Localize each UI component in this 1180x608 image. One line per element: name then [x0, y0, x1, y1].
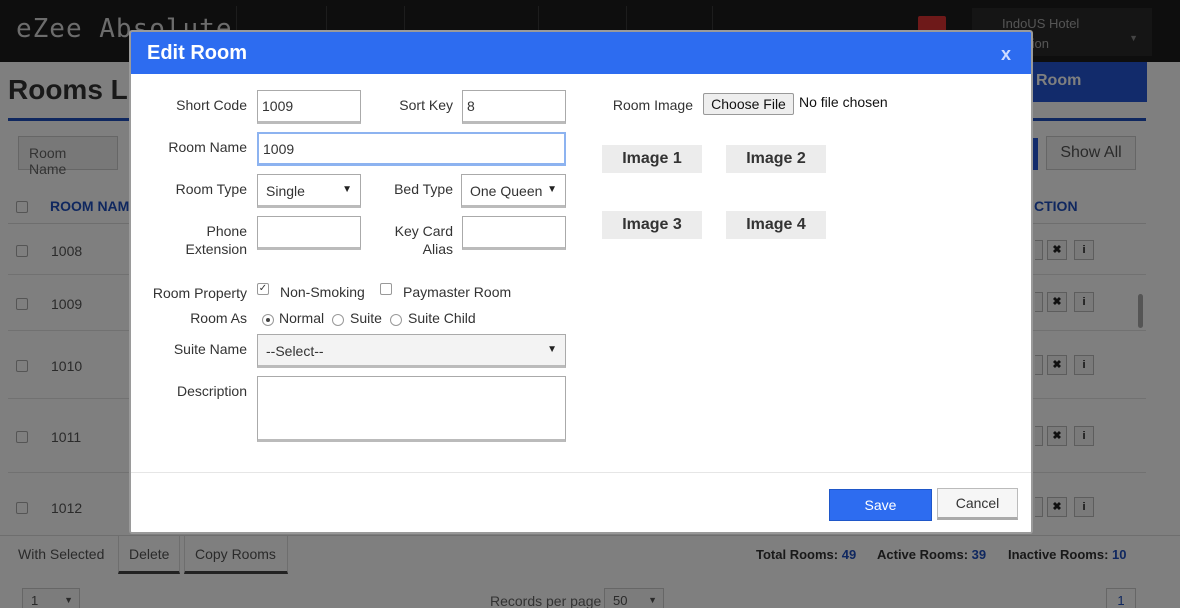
phone-label-line2: Extension [185, 241, 247, 257]
close-icon[interactable]: x [1001, 44, 1011, 65]
dialog-footer: Save Cancel [131, 472, 1031, 532]
non-smoking-checkbox[interactable]: ✓ [257, 283, 269, 295]
sort-key-input[interactable] [462, 90, 566, 124]
description-textarea[interactable] [257, 376, 566, 442]
short-code-label: Short Code [176, 97, 247, 113]
room-name-input[interactable] [257, 132, 566, 166]
image-slot-2[interactable]: Image 2 [726, 145, 826, 173]
suite-name-select[interactable]: --Select-- ▼ [257, 334, 566, 368]
room-as-label: Room As [190, 310, 247, 326]
chevron-down-icon: ▼ [547, 344, 557, 355]
phone-extension-label: Phone Extension [151, 222, 247, 258]
key-card-alias-label: Key Card Alias [371, 222, 453, 258]
bed-type-label: Bed Type [394, 181, 453, 197]
bed-type-value: One Queen [470, 183, 543, 199]
phone-extension-input[interactable] [257, 216, 361, 250]
room-type-label: Room Type [175, 181, 247, 197]
cancel-button[interactable]: Cancel [937, 488, 1018, 520]
image-slot-3[interactable]: Image 3 [602, 211, 702, 239]
short-code-input[interactable] [257, 90, 361, 124]
room-as-suite-child-label: Suite Child [408, 310, 476, 326]
dialog-title: Edit Room [147, 42, 247, 64]
room-type-value: Single [266, 183, 305, 199]
image-slot-1[interactable]: Image 1 [602, 145, 702, 173]
non-smoking-label: Non-Smoking [280, 284, 365, 300]
room-as-suite-child-radio[interactable] [390, 314, 402, 326]
room-image-label: Room Image [612, 97, 693, 113]
room-as-normal-radio[interactable] [262, 314, 274, 326]
keycard-label-line1: Key Card [394, 223, 453, 239]
phone-label-line1: Phone [206, 223, 247, 239]
file-status-text: No file chosen [799, 94, 888, 110]
bed-type-select[interactable]: One Queen ▼ [461, 174, 566, 208]
chevron-down-icon: ▼ [547, 184, 557, 195]
room-name-label: Room Name [168, 139, 247, 155]
room-type-select[interactable]: Single ▼ [257, 174, 361, 208]
save-button[interactable]: Save [829, 489, 932, 521]
suite-name-value: --Select-- [266, 343, 324, 359]
choose-file-button[interactable]: Choose File [703, 93, 794, 115]
paymaster-room-label: Paymaster Room [403, 284, 512, 300]
edit-room-dialog: Edit Room x Short Code Sort Key Room Nam… [129, 30, 1033, 534]
chevron-down-icon: ▼ [342, 184, 352, 195]
suite-name-label: Suite Name [173, 341, 247, 357]
image-slot-4[interactable]: Image 4 [726, 211, 826, 239]
keycard-label-line2: Alias [422, 241, 453, 257]
dialog-header: Edit Room x [131, 32, 1031, 74]
description-label: Description [176, 383, 247, 399]
sort-key-label: Sort Key [399, 97, 453, 113]
room-as-normal-label: Normal [279, 310, 325, 326]
room-as-suite-label: Suite [350, 310, 382, 326]
paymaster-room-checkbox[interactable] [380, 283, 392, 295]
key-card-alias-input[interactable] [462, 216, 566, 250]
room-as-suite-radio[interactable] [332, 314, 344, 326]
room-property-label: Room Property [152, 285, 247, 301]
